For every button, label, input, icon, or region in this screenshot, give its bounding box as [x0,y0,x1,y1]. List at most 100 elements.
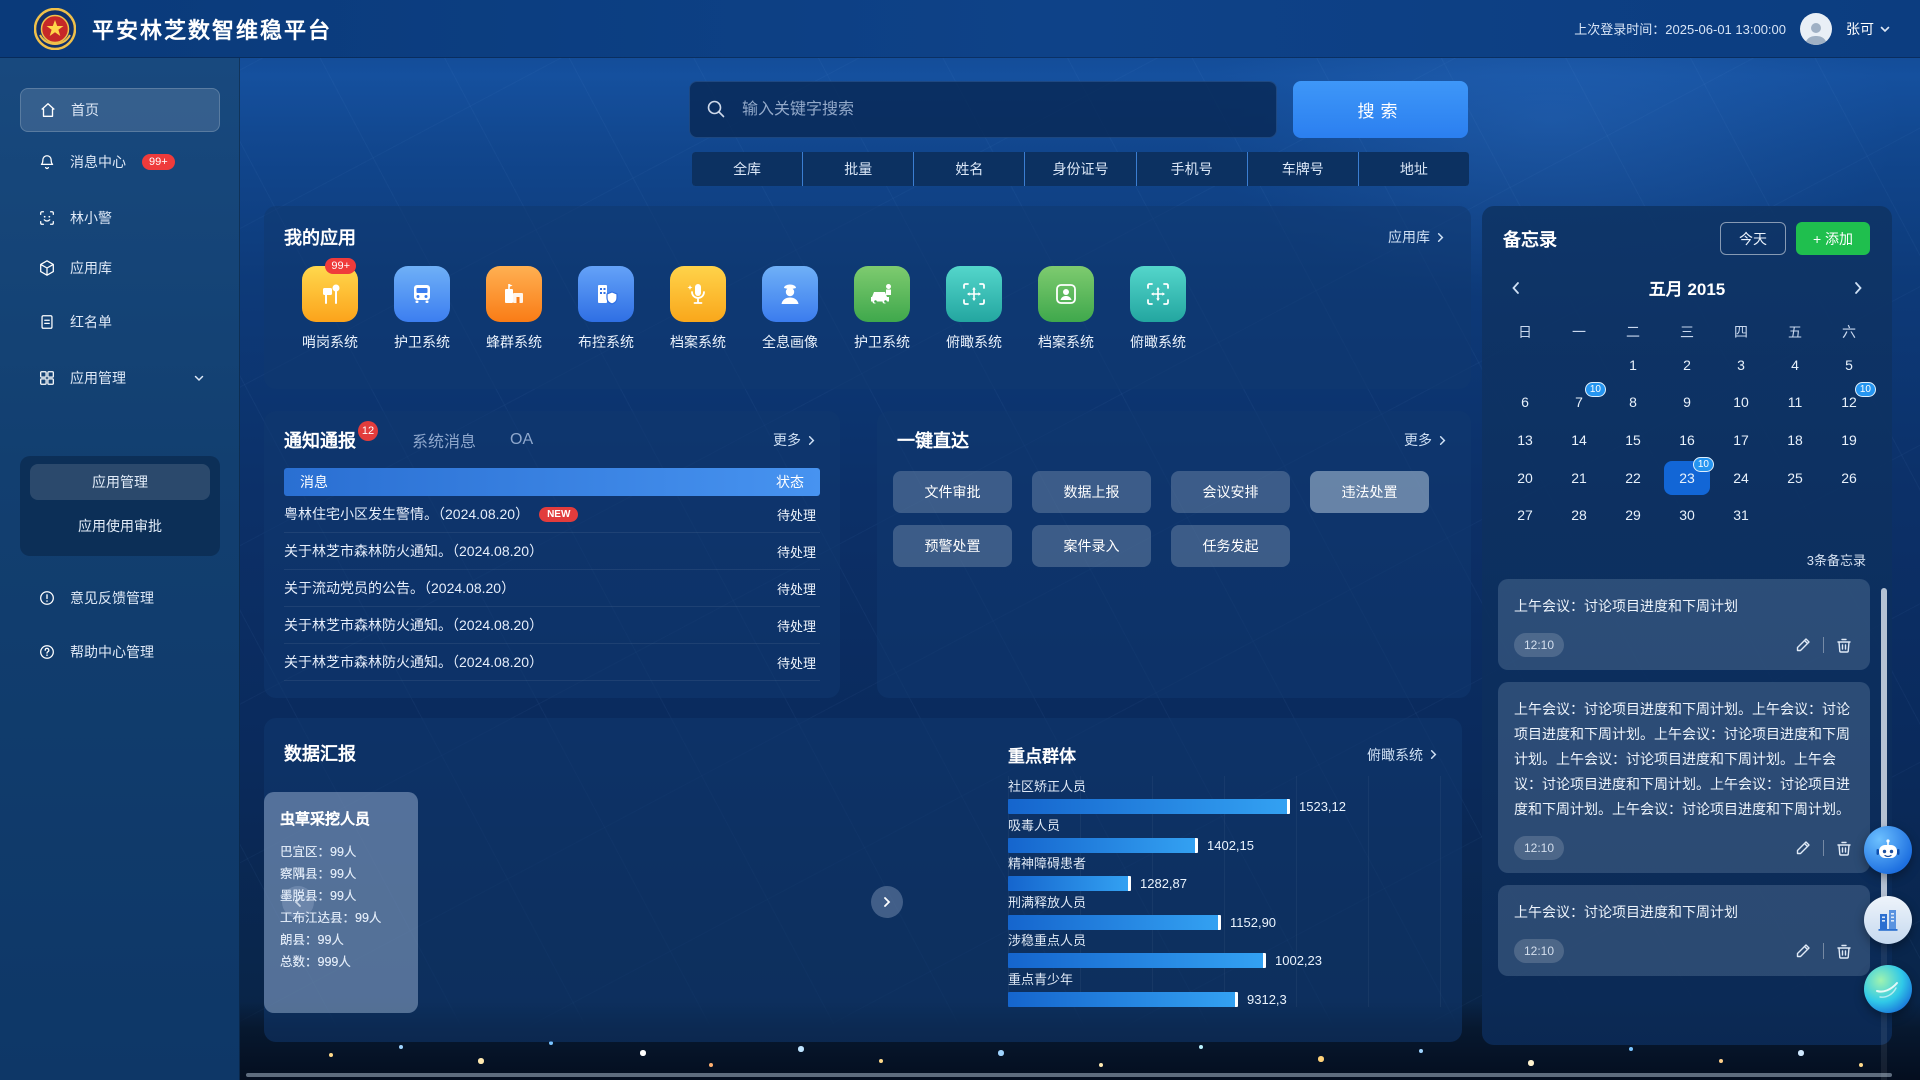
quick-action-button[interactable]: 任务发起 [1171,525,1290,567]
search-filter-tab[interactable]: 全库 [692,152,802,186]
sidebar-item-linxiaojing[interactable]: 林小警 [20,196,220,240]
calendar-day-cell[interactable]: 22 [1606,459,1660,497]
sidebar-item-home[interactable]: 首页 [20,88,220,132]
memo-card[interactable]: 上午会议：讨论项目进度和下周计划 12:10 [1498,579,1870,670]
calendar-day-cell[interactable]: 19 [1822,421,1876,459]
calendar-day-cell[interactable]: 25 [1768,459,1822,497]
search-filter-tab[interactable]: 姓名 [914,152,1024,186]
calendar-day-cell[interactable]: 31 [1714,496,1768,534]
memo-card[interactable]: 上午会议：讨论项目进度和下周计划 12:10 [1498,885,1870,976]
calendar-day-cell[interactable]: 6 [1498,384,1552,422]
calendar-day-cell[interactable]: 15 [1606,421,1660,459]
horizontal-scrollbar[interactable] [246,1073,1892,1077]
quick-action-button[interactable]: 文件审批 [893,471,1012,513]
calendar-day-cell[interactable] [1552,346,1606,384]
calendar-day-cell[interactable]: 5 [1822,346,1876,384]
app-tile-bukong[interactable]: 布控系统 [560,266,652,352]
app-tile-dangan-mic[interactable]: 档案系统 [652,266,744,352]
app-tile-fengqun[interactable]: 蜂群系统 [468,266,560,352]
calendar-day-cell[interactable]: 10 [1714,384,1768,422]
calendar-day-cell[interactable]: 27 [1498,496,1552,534]
app-tile-huwei-car[interactable]: 护卫系统 [836,266,928,352]
calendar-day-cell[interactable]: 3 [1714,346,1768,384]
app-tile-fukan-1[interactable]: 俯瞰系统 [928,266,1020,352]
calendar-day-cell[interactable] [1822,496,1876,534]
calendar-day-cell[interactable] [1768,496,1822,534]
ai-assistant-button[interactable] [1864,826,1912,874]
sidebar-item-messages[interactable]: 消息中心 99+ [20,140,220,184]
quick-action-button[interactable]: 会议安排 [1171,471,1290,513]
calendar-day-cell[interactable]: 13 [1498,421,1552,459]
calendar-day-cell[interactable]: 21 [1552,459,1606,497]
submenu-item-app-usage-approval[interactable]: 应用使用审批 [30,508,210,544]
calendar-day-cell[interactable]: 28 [1552,496,1606,534]
user-menu[interactable]: 张可 [1846,19,1892,39]
calendar-day-cell[interactable]: 4 [1768,346,1822,384]
quick-action-button[interactable]: 预警处置 [893,525,1012,567]
search-filter-tab[interactable]: 车牌号 [1248,152,1358,186]
notice-row[interactable]: 关于林芝市森林防火通知。（2024.08.20） 待处理 [284,607,820,644]
search-filter-tab[interactable]: 身份证号 [1025,152,1135,186]
calendar-day-cell[interactable]: 26 [1822,459,1876,497]
search-filter-tab[interactable]: 地址 [1359,152,1469,186]
calendar-next-icon[interactable] [1850,280,1866,296]
calendar-day-cell[interactable]: 17 [1714,421,1768,459]
tab-oa[interactable]: OA [510,431,533,449]
notice-row[interactable]: 关于流动党员的公告。（2024.08.20） 待处理 [284,570,820,607]
calendar-day-cell[interactable]: 1 [1606,346,1660,384]
quick-action-button[interactable]: 案件录入 [1032,525,1151,567]
quick-actions-more-link[interactable]: 更多 [1404,430,1449,450]
calendar-day-cell[interactable] [1498,346,1552,384]
app-tile-quanxi[interactable]: 全息画像 [744,266,836,352]
edit-memo-button[interactable] [1793,838,1813,858]
notices-more-link[interactable]: 更多 [773,430,818,450]
calendar-day-cell[interactable]: 18 [1768,421,1822,459]
calendar-day-cell[interactable]: 29 [1606,496,1660,534]
delete-memo-button[interactable] [1834,941,1854,961]
sidebar-item-red-list[interactable]: 红名单 [20,300,220,344]
calendar-day-cell[interactable]: 8 [1606,384,1660,422]
calendar-day-cell[interactable]: 24 [1714,459,1768,497]
sidebar-item-feedback-management[interactable]: 意见反馈管理 [20,576,220,620]
app-tile-shaogang[interactable]: 99+ 哨岗系统 [284,266,376,352]
delete-memo-button[interactable] [1834,838,1854,858]
notice-row[interactable]: 关于林芝市森林防火通知。（2024.08.20） 待处理 [284,533,820,570]
quick-action-button[interactable]: 违法处置 [1310,471,1429,513]
avatar[interactable] [1800,13,1832,45]
app-tile-huwei-bus[interactable]: 护卫系统 [376,266,468,352]
notice-row[interactable]: 粤林住宅小区发生警情。（2024.08.20） NEW 待处理 [284,496,820,533]
delete-memo-button[interactable] [1834,635,1854,655]
app-tile-fukan-2[interactable]: 俯瞰系统 [1112,266,1204,352]
building-shortcut-button[interactable] [1864,896,1912,944]
calendar-day-cell[interactable]: 7 10 [1552,384,1606,422]
search-button[interactable]: 搜索 [1293,81,1468,138]
app-library-link[interactable]: 应用库 [1388,227,1447,247]
globe-shortcut-button[interactable] [1864,965,1912,1013]
app-tile-dangan-photo[interactable]: 档案系统 [1020,266,1112,352]
sidebar-item-help-center-management[interactable]: 帮助中心管理 [20,630,220,674]
edit-memo-button[interactable] [1793,941,1813,961]
calendar-day-cell[interactable]: 11 [1768,384,1822,422]
memo-card[interactable]: 上午会议：讨论项目进度和下周计划。上午会议：讨论项目进度和下周计划。上午会议：讨… [1498,682,1870,873]
search-filter-tab[interactable]: 批量 [803,152,913,186]
calendar-day-cell[interactable]: 9 [1660,384,1714,422]
edit-memo-button[interactable] [1793,635,1813,655]
calendar-day-cell[interactable]: 23 10 [1660,459,1714,497]
quick-action-button[interactable]: 数据上报 [1032,471,1151,513]
person-card[interactable]: 虫草采挖人员 巴宜区：99人察隅县：99人墨脱县：99人工布江达县：99人朗县：… [264,792,418,1013]
notice-row[interactable]: 关于林芝市森林防火通知。（2024.08.20） 待处理 [284,644,820,681]
tab-system-messages[interactable]: 系统消息 [412,428,476,452]
today-button[interactable]: 今天 [1720,222,1786,255]
calendar-day-cell[interactable]: 30 [1660,496,1714,534]
chart-system-link[interactable]: 俯瞰系统 [1367,745,1440,765]
search-input[interactable] [689,81,1277,138]
carousel-next-button[interactable] [871,886,903,918]
add-memo-button[interactable]: + 添加 [1796,222,1870,255]
sidebar-item-app-library[interactable]: 应用库 [20,246,220,290]
calendar-day-cell[interactable]: 2 [1660,346,1714,384]
calendar-day-cell[interactable]: 12 10 [1822,384,1876,422]
search-filter-tab[interactable]: 手机号 [1137,152,1247,186]
calendar-day-cell[interactable]: 14 [1552,421,1606,459]
calendar-day-cell[interactable]: 16 [1660,421,1714,459]
submenu-item-app-management[interactable]: 应用管理 [30,464,210,500]
